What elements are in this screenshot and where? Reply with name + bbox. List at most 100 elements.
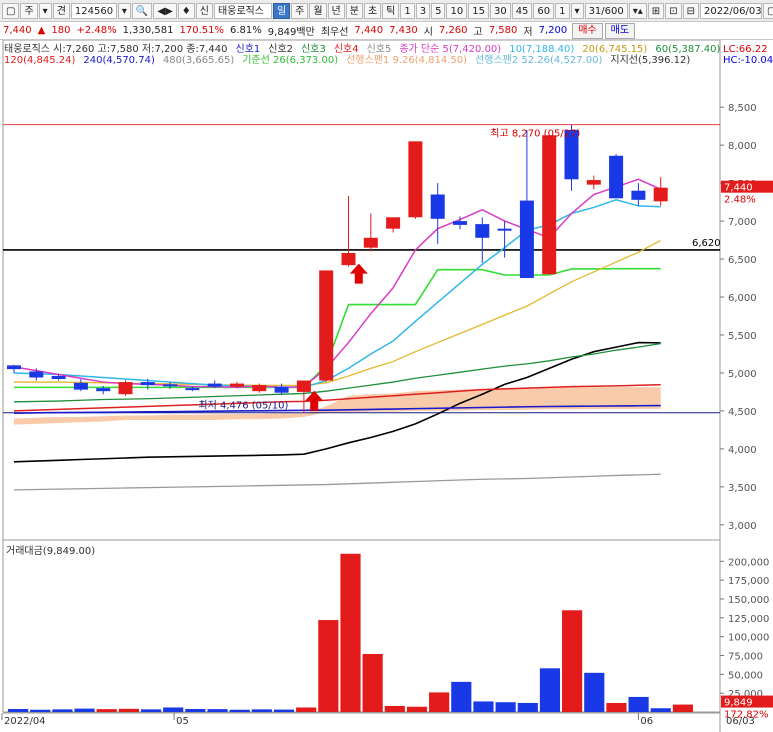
candle-body [497, 228, 512, 231]
toolbar-item-0[interactable]: ▢ [2, 2, 20, 19]
trade-amount: 9,849백만 [267, 27, 315, 38]
legend2-item-2: 480(3,665.65) [163, 55, 235, 66]
legend2-item-6: 지지선(5,396.12) [610, 54, 690, 66]
toolbar-item-27[interactable]: ▾ [570, 2, 584, 19]
toolbar-item-1[interactable]: 주 [20, 2, 38, 19]
candle-body [519, 200, 534, 279]
toolbar: ▢ 주 ▾ 견 124560 ▾ 🔍 ◀▶ ♦ 신 태웅로직스 일 주 월 년 분 초 틱 1 3 5 10 15 30 45 6… [0, 0, 773, 22]
ask-price: 7,440 [354, 25, 384, 36]
volume-bar [562, 610, 583, 712]
volume-bar [74, 708, 95, 712]
legend-row-2: 120(4,845.24) 240(4,570.74) 480(3,665.65) 기… [4, 54, 690, 66]
toolbar-item-5[interactable]: ▾ [117, 2, 131, 19]
legend-item-2: 신호2 [268, 43, 293, 55]
sell-button[interactable]: 매도 [604, 22, 636, 39]
toolbar-item-3[interactable]: 견 [52, 2, 70, 19]
candle-body [430, 194, 445, 219]
candle-body [631, 190, 646, 200]
toolbar-item-28[interactable]: 31/600 [584, 2, 628, 19]
toolbar-item-34[interactable]: ▢ [762, 2, 773, 19]
toolbar-item-10[interactable]: 태웅로직스 [213, 2, 272, 19]
candle-body [73, 382, 88, 390]
volume-bar [539, 668, 561, 712]
price-tick-label: 4,000 [728, 445, 757, 456]
candle-body [163, 384, 178, 387]
volume-bar [318, 620, 339, 712]
high-price: 7,580 [488, 25, 518, 36]
volume-bar [340, 553, 361, 712]
toolbar-item-21[interactable]: 10 [446, 2, 468, 19]
price-tick-label: 7,000 [728, 217, 757, 228]
toolbar-item-11[interactable]: 일 [272, 2, 291, 19]
volume-bar [8, 708, 29, 712]
volume-tick-label: 100,000 [728, 633, 769, 644]
price-tick-label: 5,000 [728, 369, 757, 380]
turnover-percent: 6.81% [230, 25, 262, 36]
price-tick-label: 3,000 [728, 521, 757, 532]
candle-body [609, 155, 624, 199]
candle-body [386, 217, 401, 229]
legend-item-6: 종가 단순 5(7,420.00) [399, 43, 501, 55]
toolbar-item-32[interactable]: ⊟ [682, 2, 699, 19]
lc-indicator: LC:66.22 [723, 44, 768, 55]
candle-body [453, 221, 467, 225]
high-annotation: 최고 8,270 (05/27) [490, 128, 580, 140]
volume-bar [384, 705, 405, 712]
toolbar-item-7[interactable]: ◀▶ [153, 2, 177, 19]
toolbar-item-33[interactable]: 2022/06/03 [699, 2, 762, 19]
toolbar-item-23[interactable]: 30 [489, 2, 511, 19]
volume-bar [672, 704, 693, 712]
candle-body [363, 237, 378, 248]
toolbar-item-15[interactable]: 분 [345, 2, 363, 19]
toolbar-item-18[interactable]: 1 [400, 2, 415, 19]
date-tick-label: 06 [640, 716, 653, 727]
toolbar-item-20[interactable]: 5 [431, 2, 446, 19]
volume-bar [273, 709, 295, 712]
toolbar-item-22[interactable]: 15 [468, 2, 489, 19]
legend2-item-3: 기준선 26(6,373.00) [242, 54, 338, 66]
toolbar-item-31[interactable]: ⊡ [665, 2, 682, 19]
candle-body [274, 386, 289, 393]
bid-price: 7,430 [389, 25, 418, 36]
toolbar-item-19[interactable]: 3 [415, 2, 431, 19]
volume-tick-label: 50,000 [728, 670, 763, 681]
candle-body [7, 365, 21, 370]
toolbar-item-25[interactable]: 60 [533, 2, 555, 19]
volume-bar [650, 708, 671, 712]
candle-body [140, 382, 155, 386]
change-amount: 180 [51, 25, 71, 36]
volume-bar [451, 681, 472, 712]
toolbar-item-13[interactable]: 월 [309, 2, 327, 19]
volume-bar [473, 701, 494, 712]
toolbar-item-2[interactable]: ▾ [38, 2, 52, 19]
volume-bar [118, 708, 139, 712]
candle-body [542, 135, 557, 275]
toolbar-item-17[interactable]: 틱 [382, 2, 400, 19]
candle-body [653, 187, 668, 202]
toolbar-item-4[interactable]: 124560 [70, 2, 117, 19]
candle-body [207, 383, 222, 387]
legend2-item-1: 240(4,570.74) [83, 55, 155, 66]
low-label: 저 [523, 27, 533, 38]
last-pct-label: 2.48% [724, 195, 756, 206]
volume-bar [429, 692, 450, 712]
price-chart[interactable]: 3,000 3,500 4,000 4,500 5,000 5,500 6,000 6,500… [0, 40, 773, 732]
toolbar-item-24[interactable]: 45 [511, 2, 533, 19]
toolbar-item-30[interactable]: ⊞ [647, 2, 665, 19]
buy-button[interactable]: 매수 [572, 22, 603, 39]
legend-item-5: 신호5 [367, 43, 392, 55]
toolbar-item-26[interactable]: 1 [555, 2, 570, 19]
candle-body [230, 383, 244, 387]
volume-tick-label: 75,000 [728, 651, 763, 662]
toolbar-item-8[interactable]: ♦ [177, 2, 195, 19]
volume-bar [52, 709, 73, 712]
volume-tick-label: 125,000 [728, 614, 769, 625]
toolbar-item-29[interactable]: ▾▴ [628, 2, 647, 19]
toolbar-item-16[interactable]: 초 [363, 2, 382, 19]
toolbar-item-14[interactable]: 년 [327, 2, 345, 19]
candle-body [252, 385, 267, 392]
volume-bar [584, 672, 605, 712]
toolbar-item-9[interactable]: 신 [195, 2, 213, 19]
toolbar-item-12[interactable]: 주 [291, 2, 309, 19]
toolbar-item-6[interactable]: 🔍 [131, 2, 153, 19]
